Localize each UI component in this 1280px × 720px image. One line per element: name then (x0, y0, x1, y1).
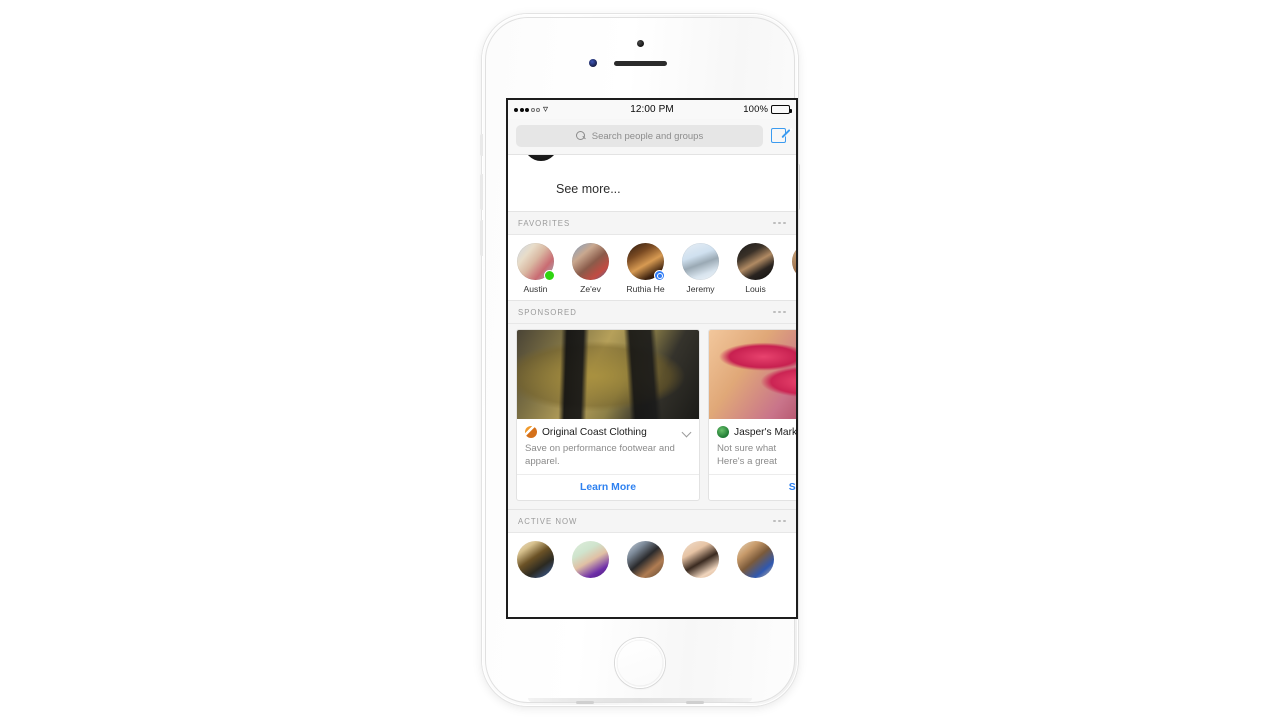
status-bar: ▿ 12:00 PM 100% (508, 100, 796, 119)
screenshot-canvas: ▿ 12:00 PM 100% Search people and groups (0, 0, 1280, 720)
sponsored-advertiser-name: Original Coast Clothing (542, 426, 647, 438)
sign-up-button[interactable]: Sign (709, 474, 796, 500)
sponsored-title-row: Original Coast Clothing (525, 426, 691, 438)
partial-list-item[interactable] (508, 155, 796, 167)
bottom-speaker-grille-left (576, 701, 594, 704)
section-header-active-now: ACTIVE NOW (508, 510, 796, 533)
status-bar-time: 12:00 PM (630, 104, 674, 115)
favorite-person-name: Austin (523, 284, 548, 294)
front-camera-icon (636, 40, 644, 47)
sponsored-description-line-2: Here's a great (717, 456, 777, 467)
sponsored-image (709, 330, 796, 419)
home-button[interactable] (615, 638, 665, 688)
search-icon (575, 130, 587, 142)
avatar (517, 541, 554, 578)
iphone-device-frame: ▿ 12:00 PM 100% Search people and groups (480, 14, 800, 706)
favorites-row[interactable]: Austin Ze'ev Ruthia He Jeremy Louis (508, 235, 796, 301)
sponsored-description: Not sure what Here's a great (717, 442, 796, 468)
volume-up-button[interactable] (480, 174, 483, 210)
messenger-status-badge (654, 270, 665, 281)
sponsored-card-jaspers-market[interactable]: Jasper's Market Not sure what Here's a g… (708, 329, 796, 501)
chevron-down-icon[interactable] (683, 428, 691, 436)
battery-percent-label: 100% (743, 104, 768, 115)
active-person[interactable] (508, 541, 563, 578)
favorite-person-ruthia-he[interactable]: Ruthia He (618, 243, 673, 294)
bottom-speaker-grille-right (686, 701, 704, 704)
section-header-favorites: FAVORITES (508, 212, 796, 235)
sponsored-advertiser-name: Jasper's Market (734, 426, 796, 438)
sponsored-description-line-1: Not sure what (717, 443, 777, 454)
sponsored-card-original-coast-clothing[interactable]: Original Coast Clothing Save on performa… (516, 329, 700, 501)
section-header-sponsored: SPONSORED (508, 301, 796, 324)
favorite-person-austin[interactable]: Austin (508, 243, 563, 294)
kebab-menu-icon[interactable] (773, 221, 786, 225)
favorite-person-name: Ze'ev (580, 284, 601, 294)
device-bottom-edge (528, 698, 752, 702)
status-bar-right: 100% (696, 104, 792, 115)
active-person[interactable] (673, 541, 728, 578)
phone-screen: ▿ 12:00 PM 100% Search people and groups (508, 100, 796, 617)
compose-icon[interactable] (771, 127, 793, 145)
search-input[interactable]: Search people and groups (516, 125, 763, 147)
avatar-wrap (517, 243, 555, 281)
section-title: SPONSORED (518, 307, 577, 317)
active-person[interactable] (618, 541, 673, 578)
avatar (737, 243, 774, 280)
kebab-menu-icon[interactable] (773, 519, 786, 523)
active-person[interactable] (563, 541, 618, 578)
jaspers-market-logo-icon (717, 426, 729, 438)
avatar (737, 541, 774, 578)
favorite-person-zeev[interactable]: Ze'ev (563, 243, 618, 294)
coast-clothing-logo-icon (525, 426, 537, 438)
favorite-person-louis[interactable]: Louis (728, 243, 783, 294)
avatar (682, 541, 719, 578)
avatar-wrap (737, 243, 774, 280)
avatar (627, 541, 664, 578)
status-bar-left: ▿ (514, 103, 608, 115)
battery-icon (771, 105, 792, 114)
favorite-person-partial[interactable] (783, 243, 796, 294)
favorite-person-name: Louis (745, 284, 766, 294)
avatar-wrap (792, 243, 796, 280)
avatar (572, 243, 609, 280)
sponsored-image (517, 330, 699, 419)
volume-down-button[interactable] (480, 220, 483, 256)
power-button[interactable] (797, 164, 800, 210)
wifi-icon: ▿ (543, 103, 549, 115)
favorite-person-name: Ruthia He (626, 284, 665, 294)
sponsored-title-row: Jasper's Market (717, 426, 796, 438)
sponsored-body: Original Coast Clothing Save on performa… (517, 419, 699, 468)
section-title: ACTIVE NOW (518, 516, 578, 526)
sponsored-body: Jasper's Market Not sure what Here's a g… (709, 419, 796, 468)
avatar (572, 541, 609, 578)
sponsored-description: Save on performance footwear and apparel… (525, 443, 675, 467)
avatar-wrap (572, 243, 609, 280)
favorite-person-name: Jeremy (686, 284, 715, 294)
earpiece-speaker (613, 61, 667, 66)
avatar (524, 155, 558, 161)
favorite-person-jeremy[interactable]: Jeremy (673, 243, 728, 294)
learn-more-button[interactable]: Learn More (517, 474, 699, 500)
sponsored-carousel[interactable]: Original Coast Clothing Save on performa… (508, 324, 796, 510)
online-status-badge (544, 270, 555, 281)
avatar-wrap (627, 243, 665, 281)
section-title: FAVORITES (518, 218, 571, 228)
avatar (792, 243, 796, 280)
cellular-signal-icon (514, 107, 540, 112)
silent-switch[interactable] (480, 134, 483, 156)
active-person[interactable] (728, 541, 783, 578)
search-header: Search people and groups (508, 119, 796, 155)
proximity-sensor (589, 59, 597, 67)
conversation-scroll-area[interactable]: See more... FAVORITES Austin Ze'ev Ruthi… (508, 155, 796, 617)
see-more-button[interactable]: See more... (508, 167, 796, 212)
active-now-row[interactable] (508, 533, 796, 578)
search-placeholder-label: Search people and groups (591, 130, 704, 142)
kebab-menu-icon[interactable] (773, 310, 786, 314)
avatar-wrap (682, 243, 719, 280)
avatar (682, 243, 719, 280)
